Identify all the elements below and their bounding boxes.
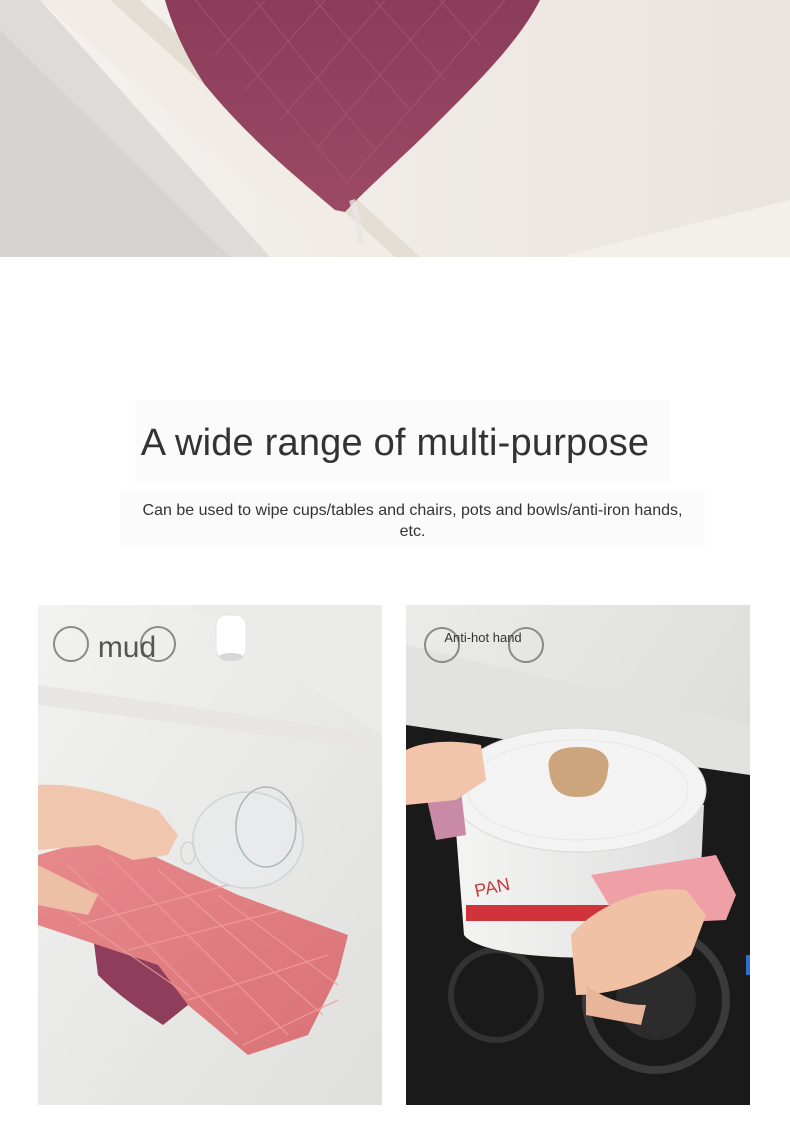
hot-pot-photo: PAN [406, 605, 750, 1105]
page-subtitle: Can be used to wipe cups/tables and chai… [142, 502, 683, 540]
card-label-anti-hot-hand: Anti-hot hand [444, 630, 522, 645]
card-label-mud: mud [97, 631, 157, 664]
lid-knob [548, 747, 609, 797]
page-title: A wide range of multi-purpose [140, 422, 650, 464]
hero-image [0, 0, 790, 257]
card-mud: mud [38, 605, 382, 1105]
card-anti-hot-hand: PAN Anti-hot hand [406, 605, 750, 1105]
glass [192, 791, 304, 889]
sink-towel-photo [0, 0, 790, 257]
glass-wiping-photo [38, 605, 382, 1105]
